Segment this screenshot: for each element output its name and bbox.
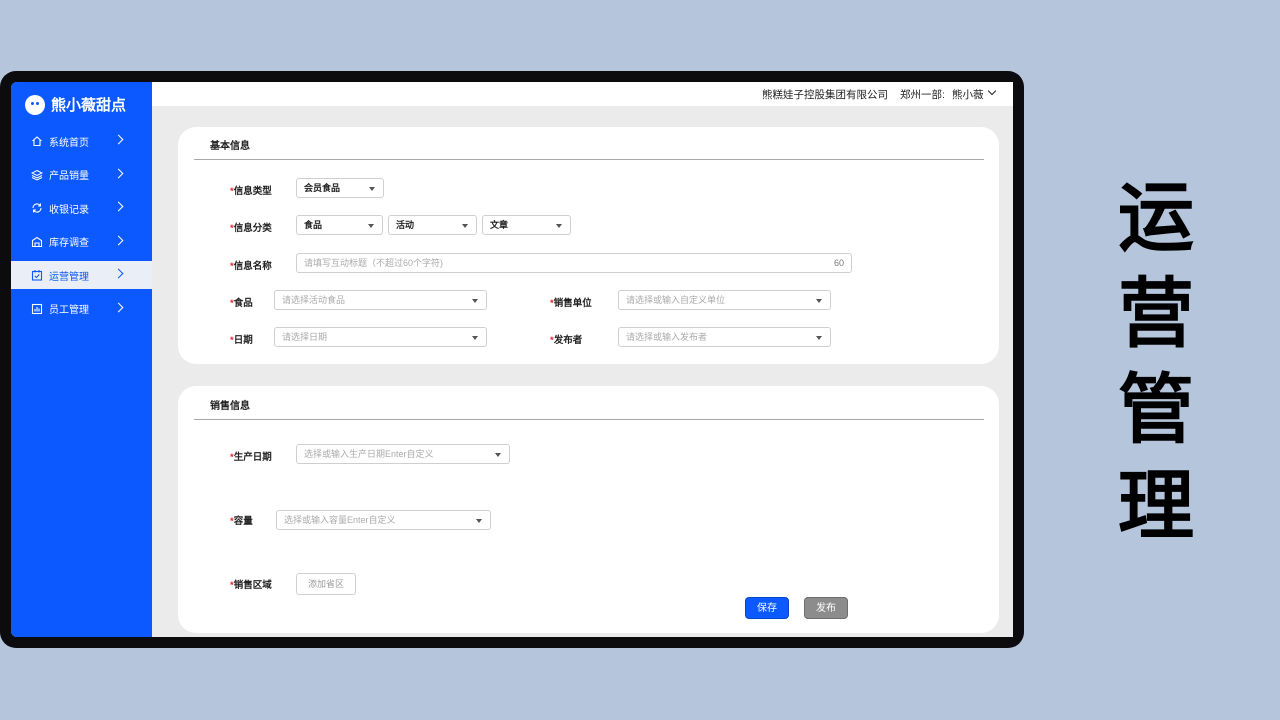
side-title-char: 营 bbox=[1118, 269, 1194, 358]
caret-down-icon bbox=[476, 519, 482, 523]
calendar-check-icon bbox=[31, 270, 43, 281]
info-type-select[interactable]: 会员食品 bbox=[296, 178, 384, 198]
basic-info-card: 基本信息 *信息类型 会员食品 *信息分类 食品 活动 文章 *信息名称 请填写… bbox=[178, 127, 999, 364]
caret-down-icon bbox=[816, 299, 822, 303]
sidebar-item-sales[interactable]: 产品销量 bbox=[11, 161, 152, 189]
chevron-right-icon bbox=[113, 268, 124, 279]
category-select-2[interactable]: 活动 bbox=[388, 215, 477, 235]
info-name-input[interactable]: 请填写互动标题（不超过60个字符) 60 bbox=[296, 253, 852, 273]
capacity-label: *容量 bbox=[230, 516, 253, 527]
side-title-char: 管 bbox=[1118, 365, 1194, 454]
caret-down-icon bbox=[368, 224, 374, 228]
category-select-1[interactable]: 食品 bbox=[296, 215, 383, 235]
caret-down-icon bbox=[495, 453, 501, 457]
inventory-icon bbox=[31, 236, 43, 247]
sidebar-item-operations[interactable]: 运营管理 bbox=[11, 261, 152, 289]
sidebar-item-label: 运营管理 bbox=[49, 271, 89, 283]
layers-icon bbox=[31, 169, 43, 181]
publisher-select[interactable]: 请选择或输入发布者 bbox=[618, 327, 831, 347]
category-select-3[interactable]: 文章 bbox=[482, 215, 571, 235]
chevron-right-icon bbox=[113, 302, 124, 312]
user-menu[interactable]: 熊小薇 bbox=[952, 87, 984, 102]
caret-down-icon bbox=[462, 224, 468, 228]
caret-down-icon bbox=[472, 299, 478, 303]
caret-down-icon bbox=[816, 336, 822, 340]
app-logo-text: 熊小薇甜点 bbox=[51, 97, 127, 114]
home-icon bbox=[32, 136, 42, 147]
divider bbox=[194, 159, 984, 160]
food-select[interactable]: 请选择活动食品 bbox=[274, 290, 487, 310]
chevron-right-icon bbox=[113, 235, 124, 245]
side-title-char: 理 bbox=[1118, 461, 1194, 550]
side-title-char: 运 bbox=[1118, 173, 1194, 262]
sidebar-item-label: 收银记录 bbox=[49, 204, 89, 216]
save-button[interactable]: 保存 bbox=[745, 597, 789, 619]
date-select[interactable]: 请选择日期 bbox=[274, 327, 487, 347]
sidebar-item-label: 产品销量 bbox=[49, 171, 89, 182]
date-label: *日期 bbox=[230, 335, 253, 346]
chart-icon bbox=[31, 303, 43, 314]
sales-region-label: *销售区域 bbox=[230, 580, 272, 591]
sidebar-item-cashier[interactable]: 收银记录 bbox=[11, 194, 152, 222]
sales-info-card: 销售信息 *生产日期 选择或输入生产日期Enter自定义 *容量 选择或输入容量… bbox=[178, 386, 999, 633]
info-name-label: *信息名称 bbox=[230, 261, 272, 272]
refresh-icon bbox=[32, 203, 42, 213]
card-title: 销售信息 bbox=[210, 401, 250, 412]
production-date-label: *生产日期 bbox=[230, 452, 272, 463]
sidebar-item-staff[interactable]: 员工管理 bbox=[11, 295, 152, 323]
info-category-label: *信息分类 bbox=[230, 223, 272, 234]
publisher-label: *发布者 bbox=[550, 335, 583, 346]
chevron-right-icon bbox=[113, 134, 124, 145]
department-label: 郑州一部: bbox=[900, 89, 945, 101]
chevron-right-icon bbox=[113, 201, 124, 212]
top-header: 熊糕娃子控股集团有限公司 郑州一部: 熊小薇 bbox=[152, 82, 1013, 106]
sales-unit-label: *销售单位 bbox=[550, 298, 592, 309]
add-region-button[interactable]: 添加省区 bbox=[296, 573, 356, 595]
caret-down-icon bbox=[472, 336, 478, 340]
bear-logo-icon bbox=[25, 94, 45, 115]
sidebar-item-inventory[interactable]: 库存调查 bbox=[11, 228, 152, 256]
sidebar-item-label: 员工管理 bbox=[49, 305, 89, 316]
char-count: 60 bbox=[833, 258, 844, 268]
capacity-select[interactable]: 选择或输入容量Enter自定义 bbox=[276, 510, 491, 530]
sales-unit-select[interactable]: 请选择或输入自定义单位 bbox=[618, 290, 831, 310]
caret-down-icon bbox=[556, 224, 562, 228]
sidebar-nav: 系统首页 产品销量 收银记录 库存调查 运营管理 员工管理 bbox=[11, 127, 152, 328]
sidebar-item-home[interactable]: 系统首页 bbox=[11, 127, 152, 155]
divider bbox=[194, 419, 984, 420]
caret-down-icon bbox=[369, 187, 375, 191]
sidebar-item-label: 库存调查 bbox=[49, 238, 89, 249]
card-title: 基本信息 bbox=[210, 141, 250, 152]
tablet-frame: 熊小薇甜点 系统首页 产品销量 收银记录 库存调查 运营管理 员工管理 熊糕娃子… bbox=[0, 71, 1024, 648]
app-screen: 熊小薇甜点 系统首页 产品销量 收银记录 库存调查 运营管理 员工管理 熊糕娃子… bbox=[11, 82, 1013, 637]
company-name: 熊糕娃子控股集团有限公司 bbox=[762, 89, 888, 101]
chevron-right-icon bbox=[113, 168, 124, 178]
chevron-down-icon[interactable] bbox=[987, 86, 997, 96]
publish-button[interactable]: 发布 bbox=[804, 597, 848, 619]
food-label: *食品 bbox=[230, 298, 253, 309]
production-date-select[interactable]: 选择或输入生产日期Enter自定义 bbox=[296, 444, 510, 464]
sidebar-item-label: 系统首页 bbox=[49, 137, 89, 149]
info-type-label: *信息类型 bbox=[230, 186, 272, 197]
side-title: 运 营 管 理 bbox=[1117, 170, 1195, 554]
app-logo[interactable]: 熊小薇甜点 bbox=[25, 94, 126, 115]
sidebar: 熊小薇甜点 系统首页 产品销量 收银记录 库存调查 运营管理 员工管理 bbox=[11, 82, 152, 637]
